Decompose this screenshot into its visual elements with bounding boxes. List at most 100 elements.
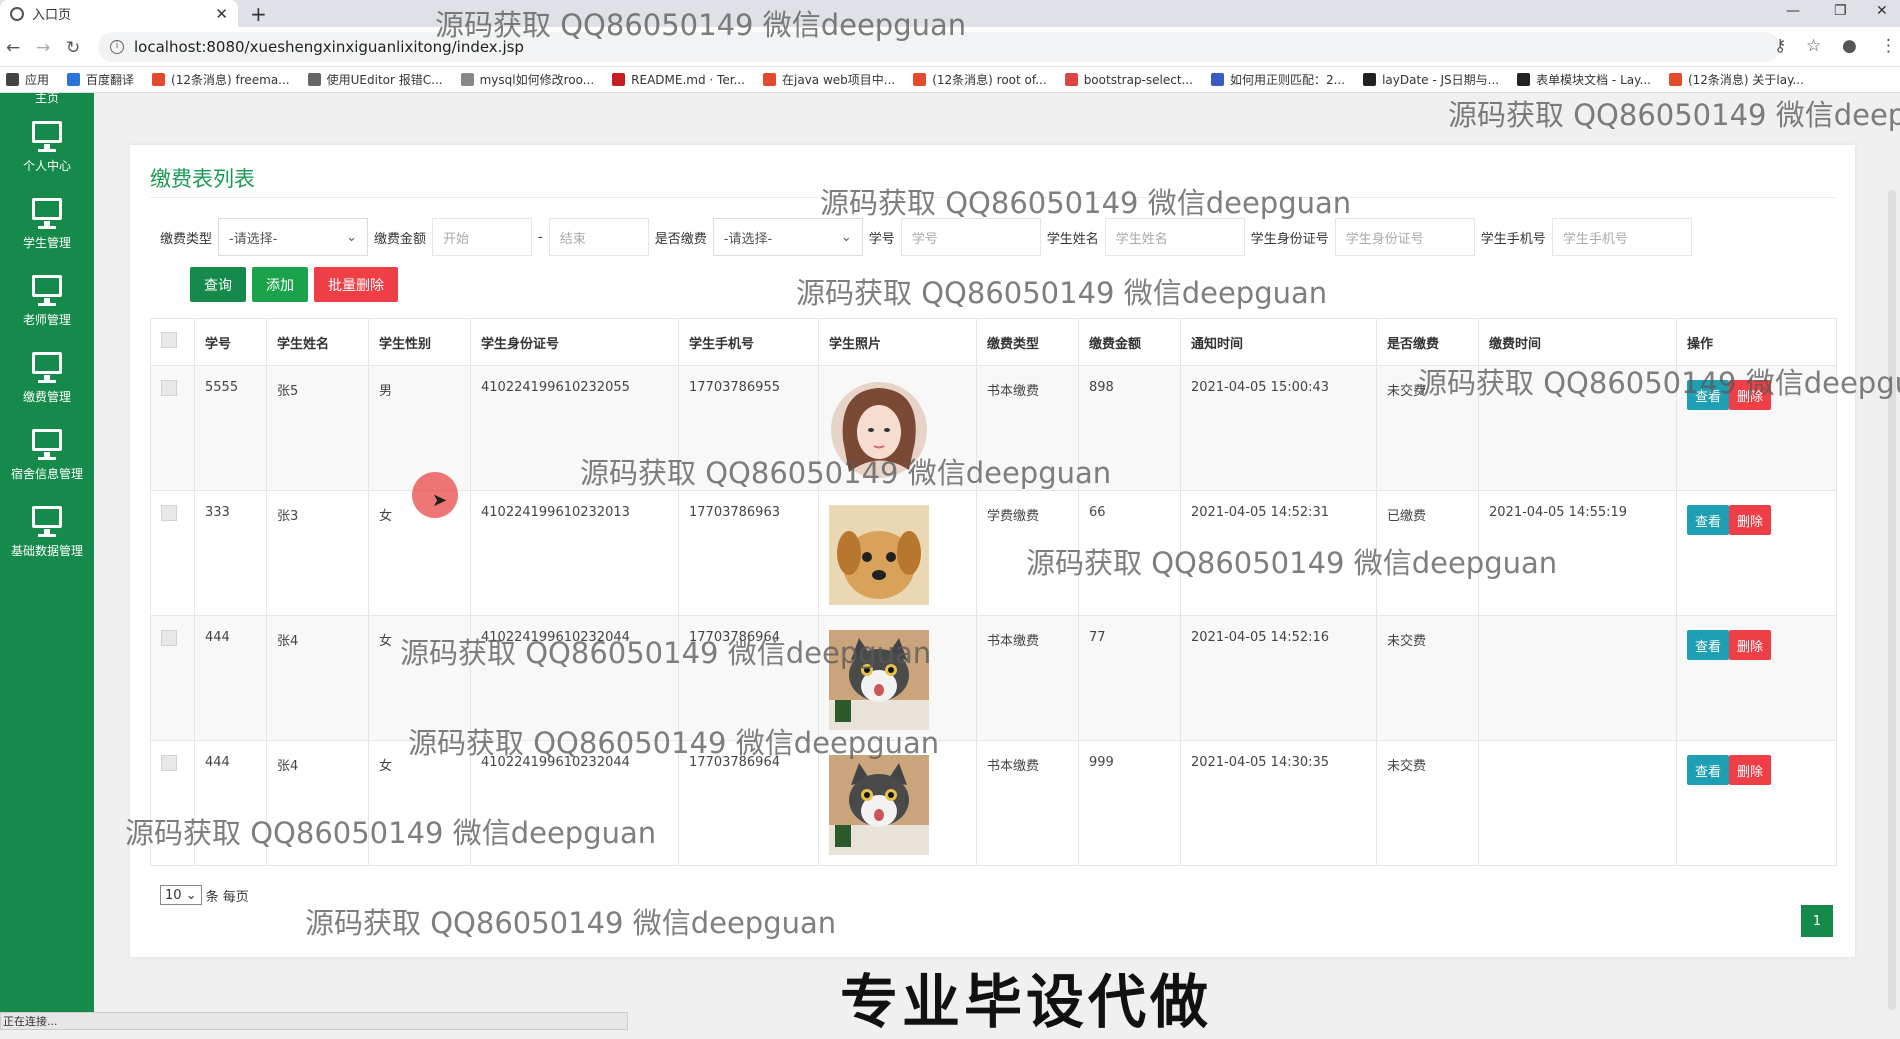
table-row: 5555 张5 男 410224199610232055 17703786955 书本缴费… bbox=[150, 365, 1837, 491]
cell-paytime bbox=[1478, 615, 1677, 741]
sidebar-item-students[interactable]: 学生管理 bbox=[0, 186, 94, 263]
new-tab-button[interactable]: + bbox=[250, 2, 267, 26]
student-photo bbox=[829, 505, 929, 605]
sidebar-item-basic-data[interactable]: 基础数据管理 bbox=[0, 494, 94, 571]
row-checkbox[interactable] bbox=[161, 380, 177, 396]
sidebar-item-personal[interactable]: 个人中心 bbox=[0, 109, 94, 186]
bookmark-favicon-icon bbox=[612, 73, 626, 86]
cell-name: 张4 bbox=[266, 615, 369, 741]
col-header: 缴费金额 bbox=[1078, 318, 1181, 366]
url-field[interactable]: i localhost:8080/xueshengxinxiguanlixito… bbox=[98, 32, 1780, 62]
key-icon[interactable]: ⚷ bbox=[1774, 36, 1786, 56]
cell-name: 张3 bbox=[266, 490, 369, 616]
delete-button[interactable]: 删除 bbox=[1729, 755, 1772, 785]
bookmark-item[interactable]: 百度翻译 bbox=[67, 71, 134, 88]
close-window-icon[interactable]: ✕ bbox=[1876, 3, 1888, 19]
cell-paytime: 2021-04-05 14:55:19 bbox=[1478, 490, 1677, 616]
menu-icon[interactable]: ⋮ bbox=[1880, 36, 1897, 56]
bookmark-item[interactable]: layDate - JS日期与... bbox=[1363, 71, 1499, 88]
cell-idcard: 410224199610232044 bbox=[470, 740, 679, 866]
sidebar-home-label[interactable]: 主页 bbox=[0, 89, 94, 109]
amount-start-input[interactable]: 开始 bbox=[432, 218, 533, 256]
browser-tab[interactable]: 入口页 ✕ bbox=[0, 0, 238, 27]
page-title: 缴费表列表 bbox=[150, 167, 255, 191]
bookmark-favicon-icon bbox=[1517, 73, 1531, 86]
row-checkbox[interactable] bbox=[161, 505, 177, 521]
bookmark-favicon-icon bbox=[460, 73, 474, 86]
xuehao-input[interactable]: 学号 bbox=[900, 218, 1041, 256]
cell-phone: 17703786955 bbox=[678, 365, 819, 491]
page-size-select[interactable]: 10 ⌄ bbox=[160, 885, 202, 905]
type-select[interactable]: -请选择- ⌄ bbox=[218, 218, 369, 256]
cell-type: 书本缴费 bbox=[976, 615, 1079, 741]
bookmark-item[interactable]: 使用UEditor 报错C... bbox=[307, 71, 443, 88]
page-number-button[interactable]: 1 bbox=[1801, 905, 1833, 937]
bookmark-favicon-icon bbox=[913, 73, 927, 86]
minimize-icon[interactable]: — bbox=[1786, 3, 1800, 19]
delete-button[interactable]: 删除 bbox=[1729, 630, 1772, 660]
bookmark-item[interactable]: (12条消息) freema... bbox=[152, 71, 290, 88]
name-input[interactable]: 学生姓名 bbox=[1104, 218, 1245, 256]
col-header: 缴费时间 bbox=[1478, 318, 1677, 366]
cell-photo bbox=[818, 490, 977, 616]
bookmark-favicon-icon bbox=[1210, 73, 1224, 86]
view-button[interactable]: 查看 bbox=[1687, 505, 1730, 535]
chevron-down-icon: ⌄ bbox=[346, 229, 358, 245]
table-row: 444 张4 女 410224199610232044 17703786964 书本缴费 7… bbox=[150, 615, 1837, 741]
close-tab-icon[interactable]: ✕ bbox=[215, 5, 228, 23]
sidebar-item-payments[interactable]: 缴费管理 bbox=[0, 340, 94, 417]
paid-select[interactable]: -请选择- ⌄ bbox=[712, 218, 863, 256]
bookmark-item[interactable]: (12条消息) root of... bbox=[913, 71, 1047, 88]
row-checkbox[interactable] bbox=[161, 630, 177, 646]
view-button[interactable]: 查看 bbox=[1687, 630, 1730, 660]
bookmark-item[interactable]: mysql如何修改roo... bbox=[460, 71, 594, 88]
scrollbar[interactable] bbox=[1888, 190, 1896, 1010]
cell-actions: 查看 删除 bbox=[1676, 740, 1837, 866]
bookmark-item[interactable]: bootstrap-select... bbox=[1064, 73, 1193, 87]
bookmark-item[interactable]: README.md · Ter... bbox=[612, 73, 745, 87]
sidebar-item-dorm[interactable]: 宿舍信息管理 bbox=[0, 417, 94, 494]
idcard-input[interactable]: 学生身份证号 bbox=[1334, 218, 1475, 256]
sidebar-item-teachers[interactable]: 老师管理 bbox=[0, 263, 94, 340]
payment-table: 学号 学生姓名 学生性别 学生身份证号 学生手机号 学生照片 缴费类型 缴费金额… bbox=[150, 318, 1837, 866]
apps-grid-icon bbox=[6, 73, 19, 86]
reload-icon[interactable]: ↻ bbox=[66, 38, 80, 58]
view-button[interactable]: 查看 bbox=[1687, 380, 1730, 410]
bookmark-favicon-icon bbox=[763, 73, 776, 86]
row-checkbox[interactable] bbox=[161, 755, 177, 771]
select-all-checkbox[interactable] bbox=[161, 332, 177, 348]
bookmark-item[interactable]: 应用 bbox=[6, 71, 49, 88]
col-header: 学生姓名 bbox=[266, 318, 369, 366]
bookmark-item[interactable]: 表单模块文档 - Lay... bbox=[1517, 71, 1651, 88]
cell-phone: 17703786964 bbox=[678, 615, 819, 741]
cell-idcard: 410224199610232013 bbox=[470, 490, 679, 616]
amount-end-input[interactable]: 结束 bbox=[548, 218, 649, 256]
col-header: 操作 bbox=[1676, 318, 1837, 366]
add-button[interactable]: 添加 bbox=[252, 267, 308, 302]
restore-icon[interactable]: ❐ bbox=[1834, 3, 1847, 19]
sidebar: 主页 个人中心 学生管理 老师管理 缴费管理 宿舍信息管理 基础数据管理 bbox=[0, 91, 94, 1030]
tab-title: 入口页 bbox=[32, 8, 72, 23]
col-header: 学生身份证号 bbox=[470, 318, 679, 366]
view-button[interactable]: 查看 bbox=[1687, 755, 1730, 785]
star-icon[interactable]: ☆ bbox=[1806, 36, 1821, 56]
back-icon[interactable]: ← bbox=[6, 38, 20, 58]
col-header: 学生手机号 bbox=[678, 318, 819, 366]
bookmark-item[interactable]: 在java web项目中... bbox=[763, 71, 895, 88]
query-button[interactable]: 查询 bbox=[190, 267, 246, 302]
phone-input[interactable]: 学生手机号 bbox=[1551, 218, 1692, 256]
bookmark-favicon-icon bbox=[152, 73, 166, 86]
profile-icon[interactable]: ● bbox=[1842, 36, 1857, 56]
bookmark-item[interactable]: 如何用正则匹配：2... bbox=[1210, 71, 1345, 88]
delete-button[interactable]: 删除 bbox=[1729, 505, 1772, 535]
monitor-icon bbox=[32, 275, 62, 306]
col-header: 是否缴费 bbox=[1376, 318, 1479, 366]
monitor-icon bbox=[32, 506, 62, 537]
batch-delete-button[interactable]: 批量删除 bbox=[314, 267, 398, 302]
name-label: 学生姓名 bbox=[1046, 231, 1099, 247]
forward-icon[interactable]: → bbox=[36, 38, 50, 58]
info-icon[interactable]: i bbox=[110, 40, 124, 54]
delete-button[interactable]: 删除 bbox=[1729, 380, 1772, 410]
bookmark-item[interactable]: (12条消息) 关于lay... bbox=[1668, 71, 1804, 88]
overlay-caption: 专业毕设代做 bbox=[840, 968, 1213, 1036]
